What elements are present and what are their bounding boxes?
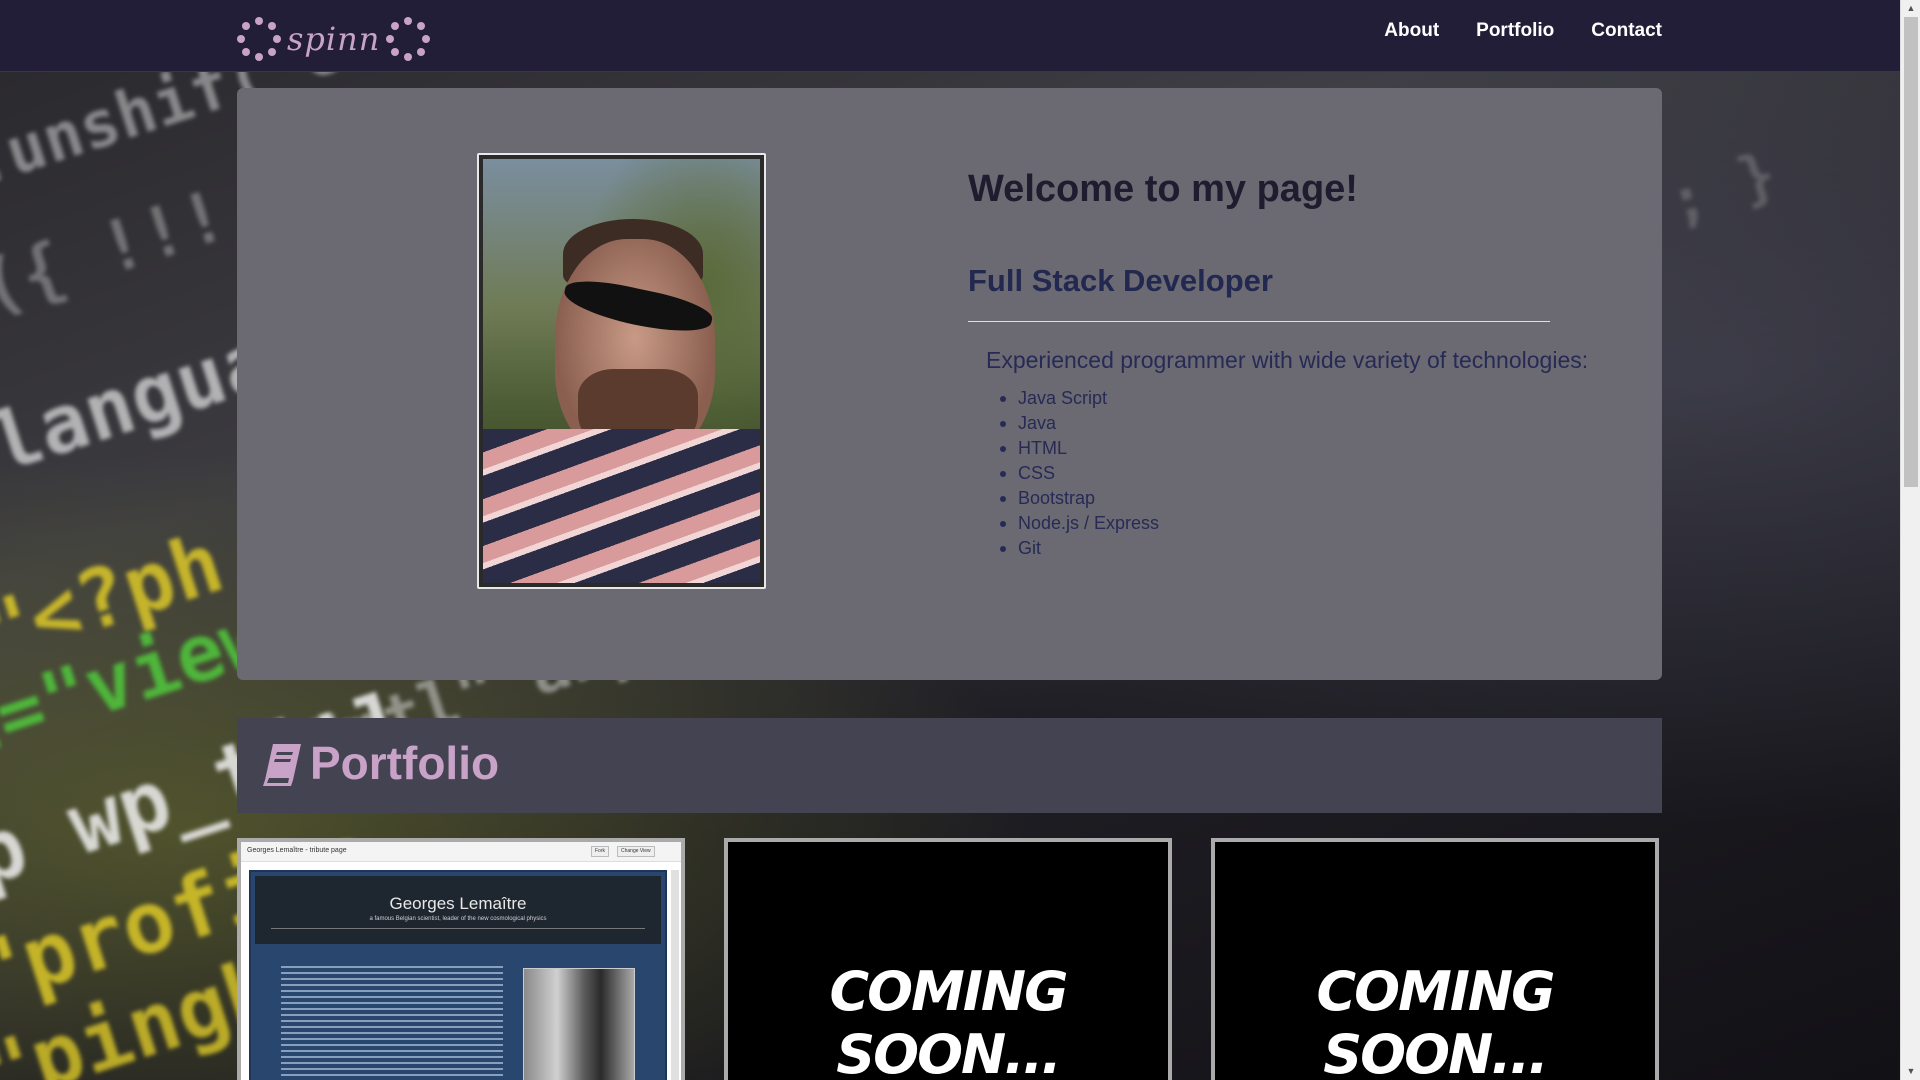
nav-contact-link[interactable]: Contact bbox=[1591, 20, 1662, 42]
hero-card: Welcome to my page! Full Stack Developer… bbox=[237, 88, 1662, 680]
tribute-page-preview: Georges Lemaître a famous Belgian scient… bbox=[249, 870, 667, 1080]
mini-tab-title: Georges Lemaître - tribute page bbox=[247, 847, 347, 854]
project-card-coming-soon[interactable]: COMING SOON... bbox=[1211, 838, 1659, 1080]
logo-text: spinn bbox=[287, 20, 381, 58]
tribute-text-block bbox=[281, 966, 503, 1080]
profile-photo-frame bbox=[477, 153, 766, 589]
fork-button: Fork bbox=[591, 846, 609, 857]
profile-photo bbox=[483, 159, 760, 583]
tech-item: HTML bbox=[1000, 436, 1608, 461]
scroll-up-arrow-icon[interactable]: ▲ bbox=[1901, 0, 1920, 17]
logo[interactable]: spinn bbox=[237, 16, 431, 62]
change-view-button: Change View bbox=[617, 846, 655, 857]
coming-soon-text: COMING SOON... bbox=[829, 960, 1069, 1080]
hero-text: Welcome to my page! Full Stack Developer… bbox=[968, 168, 1608, 561]
project-card-tribute[interactable]: Georges Lemaître - tribute page Fork Cha… bbox=[237, 838, 685, 1080]
portfolio-header: Portfolio bbox=[237, 718, 1662, 813]
tribute-header: Georges Lemaître a famous Belgian scient… bbox=[255, 876, 661, 944]
hero-divider bbox=[968, 321, 1550, 322]
page-scrollbar[interactable]: ▲ ▼ bbox=[1900, 0, 1920, 1080]
nav-about-link[interactable]: About bbox=[1384, 20, 1439, 42]
portfolio-title: Portfolio bbox=[310, 737, 500, 789]
scroll-down-arrow-icon[interactable]: ▼ bbox=[1901, 1063, 1920, 1080]
project-card-coming-soon[interactable]: COMING SOON... bbox=[724, 838, 1172, 1080]
tribute-rule bbox=[271, 928, 645, 929]
logo-dots-icon bbox=[237, 17, 281, 61]
tribute-title: Georges Lemaître bbox=[389, 894, 527, 913]
logo-dots-icon bbox=[386, 17, 431, 61]
tech-item: Java Script bbox=[1000, 386, 1608, 411]
navbar: spinn About Portfolio Contact bbox=[0, 0, 1900, 72]
tech-item: Java bbox=[1000, 411, 1608, 436]
tribute-photo bbox=[523, 968, 635, 1080]
scrollbar-thumb[interactable] bbox=[1904, 17, 1918, 487]
photo-shirt bbox=[483, 429, 760, 583]
nav-portfolio-link[interactable]: Portfolio bbox=[1476, 20, 1554, 42]
tech-item: CSS bbox=[1000, 461, 1608, 486]
tech-item: Bootstrap bbox=[1000, 486, 1608, 511]
nav-links: About Portfolio Contact bbox=[1384, 20, 1662, 42]
tech-item: Git bbox=[1000, 536, 1608, 561]
technology-list: Java Script Java HTML CSS Bootstrap Node… bbox=[1000, 386, 1608, 561]
hero-description: Experienced programmer with wide variety… bbox=[986, 347, 1589, 373]
hero-title: Welcome to my page! bbox=[968, 168, 1358, 210]
mini-browser-bar: Georges Lemaître - tribute page Fork Cha… bbox=[241, 842, 681, 862]
hero-subtitle: Full Stack Developer bbox=[968, 263, 1273, 298]
coming-soon-text: COMING SOON... bbox=[1316, 960, 1556, 1080]
mini-scrollbar bbox=[671, 870, 679, 1080]
book-icon bbox=[263, 744, 301, 786]
tech-item: Node.js / Express bbox=[1000, 511, 1608, 536]
tribute-subtitle: a famous Belgian scientist, leader of th… bbox=[369, 916, 547, 922]
